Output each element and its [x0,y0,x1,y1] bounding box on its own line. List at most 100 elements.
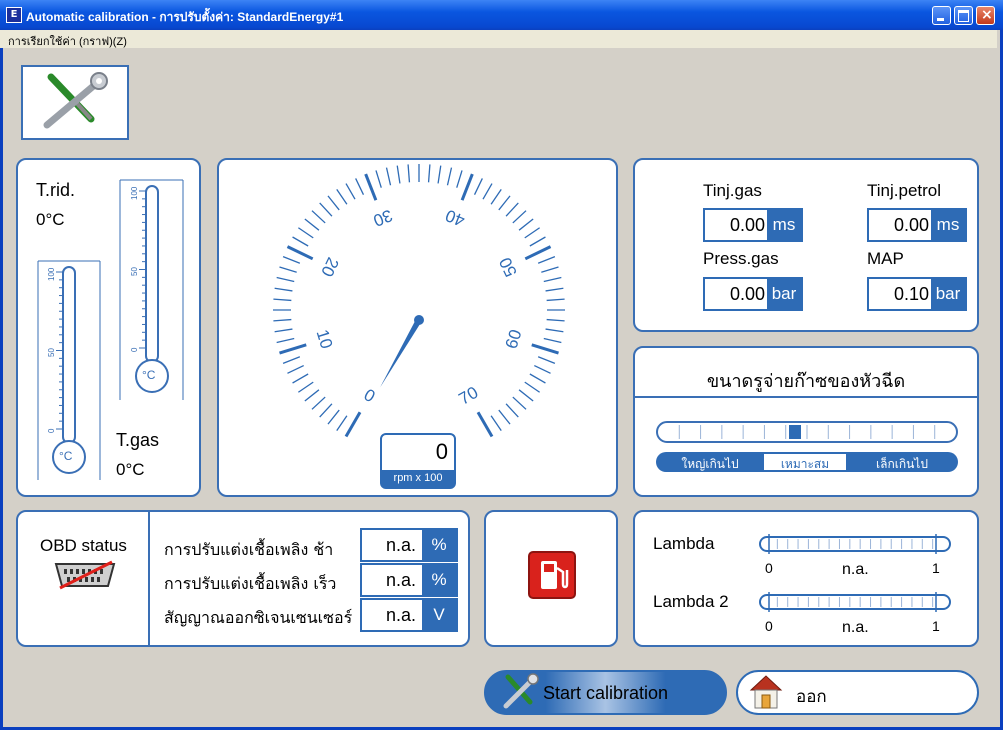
obd-row-1-field: n.a. % [360,528,458,562]
rpm-tick [355,178,365,195]
temperature-panel: T.rid. 0°C T.gas 0°C 100 50 0 100 50 0 °… [16,158,201,497]
lambda-1-scale [759,534,951,554]
nozzle-label-too-large: ใหญ่เกินไป [681,457,739,471]
lambda-scale-frame [759,536,951,552]
rpm-tick [336,189,348,205]
rpm-tick [279,266,297,273]
rpm-tick [473,178,483,195]
press-gas-unit: bar [767,279,801,309]
rpm-tick [345,183,356,200]
obd-row-3-unit: V [422,600,456,630]
lambda-2-scale [759,592,951,612]
press-gas-field: 0.00 bar [703,277,803,311]
obd-row-2-unit: % [422,565,456,595]
rpm-tick [437,165,442,184]
rpm-tick [505,403,519,418]
exit-button[interactable]: ออก [736,670,979,715]
obd-panel: OBD status การปรับแต่งเชื้อเพลิง ช้า การ… [16,510,470,647]
rpm-tick [292,236,309,247]
obd-row-2-label: การปรับแต่งเชื้อเพลิง เร็ว [164,574,337,593]
rpm-tick-label: 40 [443,206,468,231]
rpm-tick [319,202,333,217]
rpm-tick-label: 70 [456,383,482,409]
thermometers [37,179,184,480]
house-exit-icon [749,675,783,709]
tinj-petrol-field: 0.00 ms [867,208,967,242]
rpm-tick [273,318,292,322]
rpm-tick [327,409,340,425]
rpm-tick [396,165,401,184]
title-bar[interactable]: E Automatic calibration - การปรับตั้งค่า… [0,0,1003,30]
start-calibration-button[interactable]: Start calibration [484,670,727,715]
press-gas-label: Press.gas [703,249,779,268]
t-gas-thermometer [37,260,101,480]
wrench-screwdriver-icon [43,72,108,129]
rpm-tick [427,164,431,183]
t-rid-thermometer [119,179,184,400]
t-rid-bulb-unit: °C [142,368,156,382]
tools-button[interactable] [21,65,129,140]
rpm-tick [545,328,564,333]
tinj-petrol-value: 0.00 [893,215,929,235]
t-gas-tick-50: 50 [47,348,56,357]
app-icon: E [6,7,22,23]
tinj-gas-value: 0.00 [729,215,765,235]
rpm-readout: 0 rpm x 100 [380,433,456,489]
close-button[interactable]: × [976,6,995,25]
rpm-tick [344,411,362,438]
nozzle-level-marker [789,425,801,439]
lambda-2-label: Lambda 2 [653,592,729,611]
rpm-tick [286,245,314,261]
obd-row-2-field: n.a. % [360,563,458,597]
rpm-tick [276,276,295,283]
nozzle-size-panel: ขนาดรูจ่ายก๊าซของหัวฉีด ใหญ่เกินไป เหมาะ… [633,346,979,497]
menu-item-graph[interactable]: การเรียกใช้ค่า (กราฟ)(Z) [8,32,127,50]
nozzle-legend: ใหญ่เกินไป เหมาะสม เล็กเกินไป [656,452,958,472]
t-rid-tick-100: 100 [130,186,139,200]
rpm-tick-label: 0 [361,385,379,406]
rpm-tick [446,167,453,186]
lambda-1-label: Lambda [653,534,715,553]
lambda-2-min: 0 [765,618,773,634]
obd-row-3-field: n.a. V [360,598,458,632]
rpm-tick [537,256,556,264]
exit-label: ออก [796,687,827,707]
rpm-tick [529,236,546,247]
tinj-petrol-label: Tinj.petrol [867,181,942,200]
rpm-tick [298,381,314,393]
t-rid-tick-0: 0 [130,347,139,352]
rpm-tick [518,218,534,231]
map-label: MAP [867,249,904,268]
rpm-tick [490,415,502,431]
press-gas-value: 0.00 [729,284,765,304]
rpm-needle-hub [414,315,424,325]
t-gas-tick-0: 0 [47,428,56,433]
menu-bar: การเรียกใช้ค่า (กราฟ)(Z) [0,30,997,48]
injection-panel: Tinj.gas Tinj.petrol 0.00 ms 0.00 ms Pre… [633,158,979,332]
minimize-button[interactable] [932,6,951,25]
rpm-tick [543,337,562,344]
rpm-tick [546,318,565,322]
rpm-tick [482,183,493,200]
obd-row-2-value: n.a. [385,570,416,590]
lambda-panel: Lambda 0 n.a. 1 Lambda 2 0 n.a. 1 [633,510,979,647]
rpm-value: 0 [435,439,448,464]
rpm-tick [534,364,551,374]
obd-row-1-value: n.a. [385,535,416,555]
map-unit: bar [931,279,965,309]
rpm-tick [336,415,348,431]
rpm-tick [282,356,301,364]
t-gas-tick-100: 100 [47,267,56,281]
rpm-tick [529,373,546,384]
maximize-button[interactable] [954,6,973,25]
rpm-tick [304,389,320,402]
nozzle-label-ok-bg: เหมาะสม [764,454,846,471]
tools-icon [503,673,539,709]
rpm-tick-label: 60 [502,327,526,351]
obd-row-1-unit: % [422,530,456,560]
rpm-tick [364,173,378,201]
rpm-tick [327,195,340,211]
rpm-tick [292,373,309,384]
lambda-2-max: 1 [932,618,940,634]
rpm-tick [518,389,534,402]
